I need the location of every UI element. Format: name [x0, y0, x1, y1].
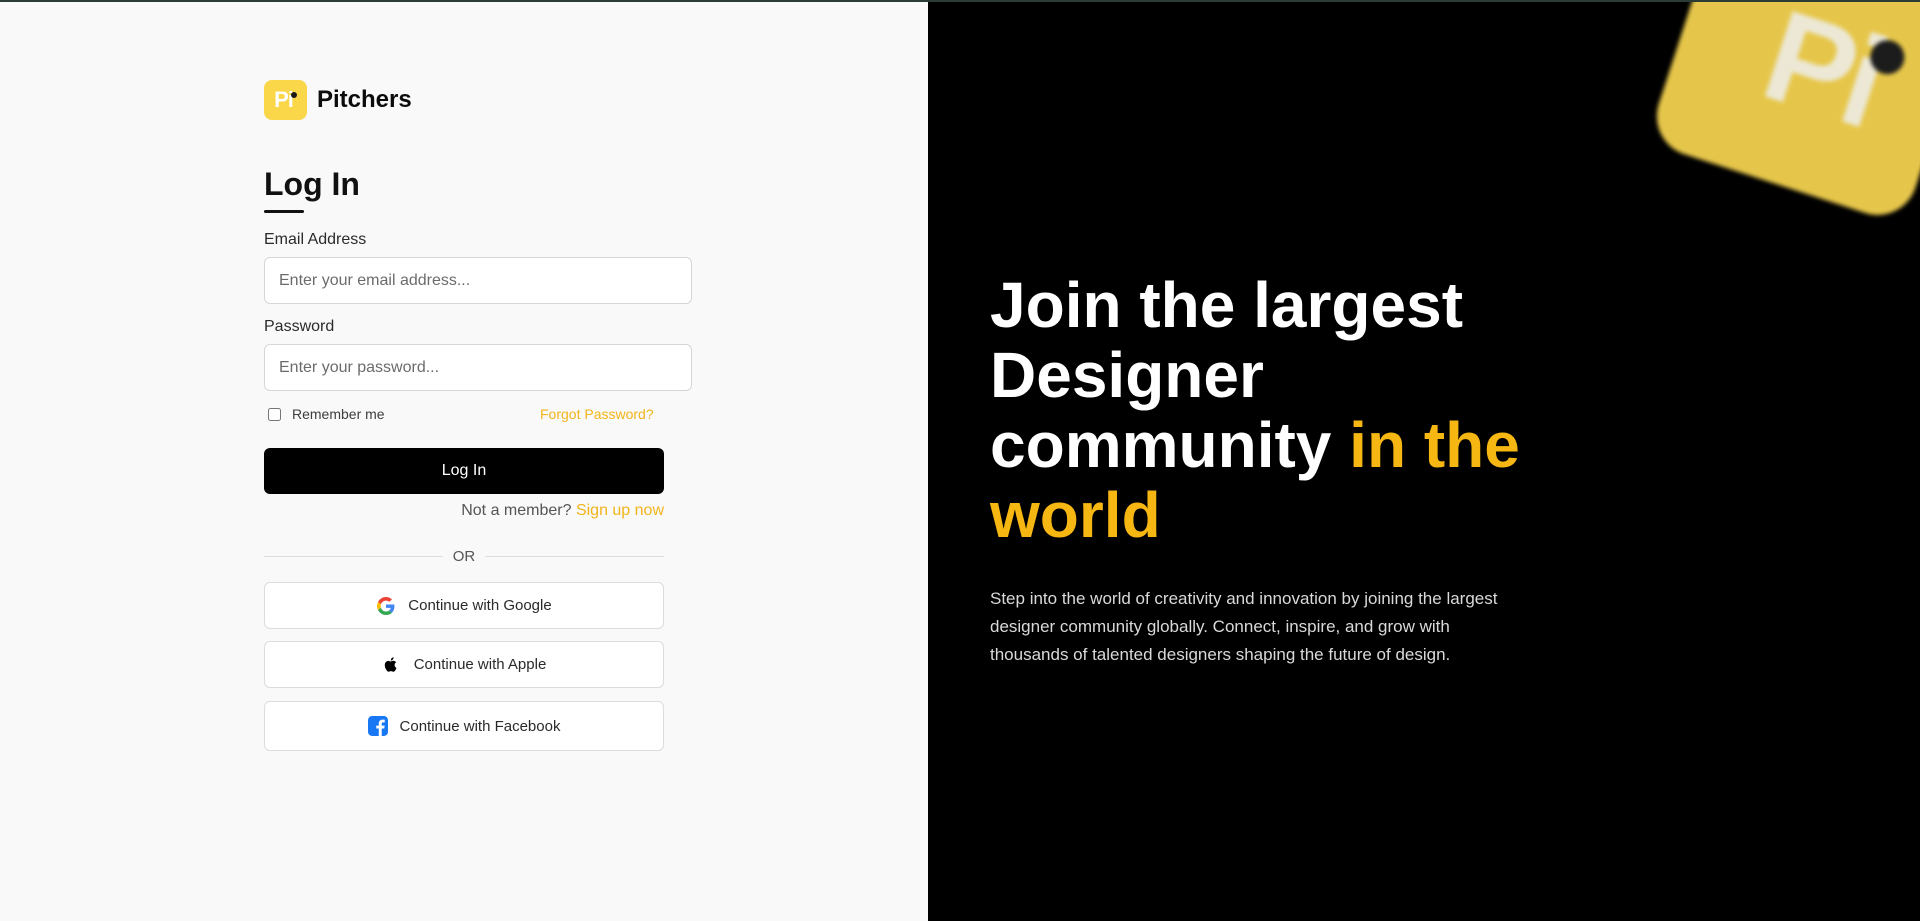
brand-logo-dot: [291, 92, 297, 98]
brand: Pi Pitchers: [264, 80, 412, 120]
brand-logo-text: Pi: [274, 87, 294, 112]
password-label: Password: [264, 318, 335, 335]
hero-panel: Pi Join the largest Designer community i…: [928, 0, 1920, 921]
google-button-label: Continue with Google: [408, 597, 552, 614]
remember-checkbox[interactable]: [268, 407, 281, 421]
member-text: Not a member?: [461, 502, 572, 519]
facebook-button-label: Continue with Facebook: [399, 717, 561, 735]
title-underline: [264, 210, 304, 213]
apple-button-label: Continue with Apple: [413, 656, 547, 673]
top-border: [0, 0, 1920, 2]
decorative-logo-text: Pi: [1748, 0, 1899, 155]
hero-description: Step into the world of creativity and in…: [990, 589, 1498, 664]
login-button[interactable]: Log In: [264, 448, 664, 494]
facebook-login-button[interactable]: Continue with Facebook: [264, 701, 664, 751]
decorative-logo: Pi: [1646, 0, 1920, 226]
hero-title: Join the largest Designer community in t…: [990, 270, 1550, 550]
brand-name: Pitchers: [317, 86, 412, 113]
forgot-password-link[interactable]: Forgot Password?: [540, 406, 654, 422]
login-panel: Pi Pitchers Log In Email Address Passwor…: [0, 0, 928, 921]
facebook-icon: [367, 716, 388, 736]
email-label: Email Address: [264, 231, 367, 248]
google-icon: [376, 596, 396, 616]
password-field[interactable]: [264, 344, 692, 391]
or-divider: OR: [264, 546, 664, 566]
divider-line: [264, 555, 443, 557]
signup-link[interactable]: Sign up now: [576, 502, 664, 519]
remember-label: Remember me: [292, 406, 385, 422]
or-text: OR: [452, 547, 476, 565]
email-field[interactable]: [264, 257, 692, 304]
remember-me: Remember me: [268, 406, 385, 422]
apple-icon: [382, 655, 402, 675]
brand-logo: Pi: [264, 80, 307, 120]
signup-prompt: Not a member? Sign up now: [264, 502, 664, 520]
divider-line: [485, 555, 664, 557]
google-login-button[interactable]: Continue with Google: [264, 582, 664, 629]
apple-login-button[interactable]: Continue with Apple: [264, 641, 664, 688]
page-title: Log In: [264, 166, 360, 202]
